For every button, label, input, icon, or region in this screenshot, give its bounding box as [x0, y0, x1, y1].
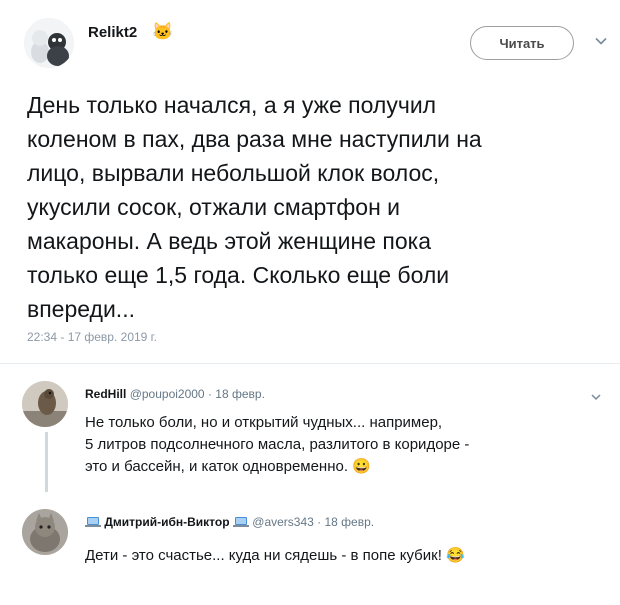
- chevron-down-icon[interactable]: [590, 390, 602, 402]
- laptop-icon: [85, 516, 101, 531]
- author-emoji: 🐱: [152, 22, 174, 41]
- chevron-down-icon[interactable]: [594, 34, 608, 48]
- tweet-line: только еще 1,5 года. Сколько еще боли: [27, 262, 450, 288]
- tweet-line: укусили сосок, отжали смартфон и: [27, 194, 401, 220]
- reply-line: Не только боли, но и открытий чудных... …: [85, 414, 443, 431]
- tweet-text: День только начался, а я уже получил кол…: [27, 88, 597, 326]
- reply-avatar[interactable]: [22, 509, 68, 555]
- tweet-line: впереди...: [27, 296, 135, 322]
- tweet-line: коленом в пах, два раза мне наступили на: [27, 126, 482, 152]
- reply-line: Дети - это счастье... куда ни сядешь - в…: [85, 547, 465, 564]
- laptop-icon: [232, 516, 249, 531]
- author-name[interactable]: Relikt2: [88, 24, 137, 41]
- reply-text: Дети - это счастье... куда ни сядешь - в…: [85, 545, 605, 567]
- reply-author-name[interactable]: RedHill: [85, 387, 126, 401]
- reply-author-name[interactable]: Дмитрий-ибн-Виктор: [104, 515, 229, 529]
- reply-handle[interactable]: @avers343: [252, 515, 314, 529]
- tweet-line: лицо, вырвали небольшой клок волос,: [27, 160, 440, 186]
- tweet-line: макароны. А ведь этой женщине пока: [27, 228, 432, 254]
- reply-date[interactable]: 18 февр.: [325, 515, 375, 529]
- follow-button[interactable]: Читать: [470, 26, 574, 60]
- tweet-timestamp[interactable]: 22:34 - 17 февр. 2019 г.: [27, 330, 157, 344]
- reply-sep: ·: [207, 387, 212, 401]
- reply-header: Дмитрий-ибн-Виктор @avers343 · 18 февр.: [85, 515, 374, 531]
- reply-handle[interactable]: @poupoi2000: [130, 387, 205, 401]
- reply-sep: ·: [317, 515, 322, 529]
- divider: [0, 363, 620, 364]
- author-avatar[interactable]: [24, 18, 74, 68]
- reply-header: RedHill @poupoi2000 · 18 февр.: [85, 387, 265, 401]
- reply-line: это и бассейн, и каток одновременно. 😀: [85, 458, 371, 475]
- thread-line: [45, 432, 48, 492]
- tweet-line: День только начался, а я уже получил: [27, 92, 437, 118]
- reply-avatar[interactable]: [22, 381, 68, 427]
- reply-text: Не только боли, но и открытий чудных... …: [85, 412, 605, 478]
- reply-line: 5 литров подсолнечного масла, разлитого …: [85, 436, 470, 453]
- reply-date[interactable]: 18 февр.: [215, 387, 265, 401]
